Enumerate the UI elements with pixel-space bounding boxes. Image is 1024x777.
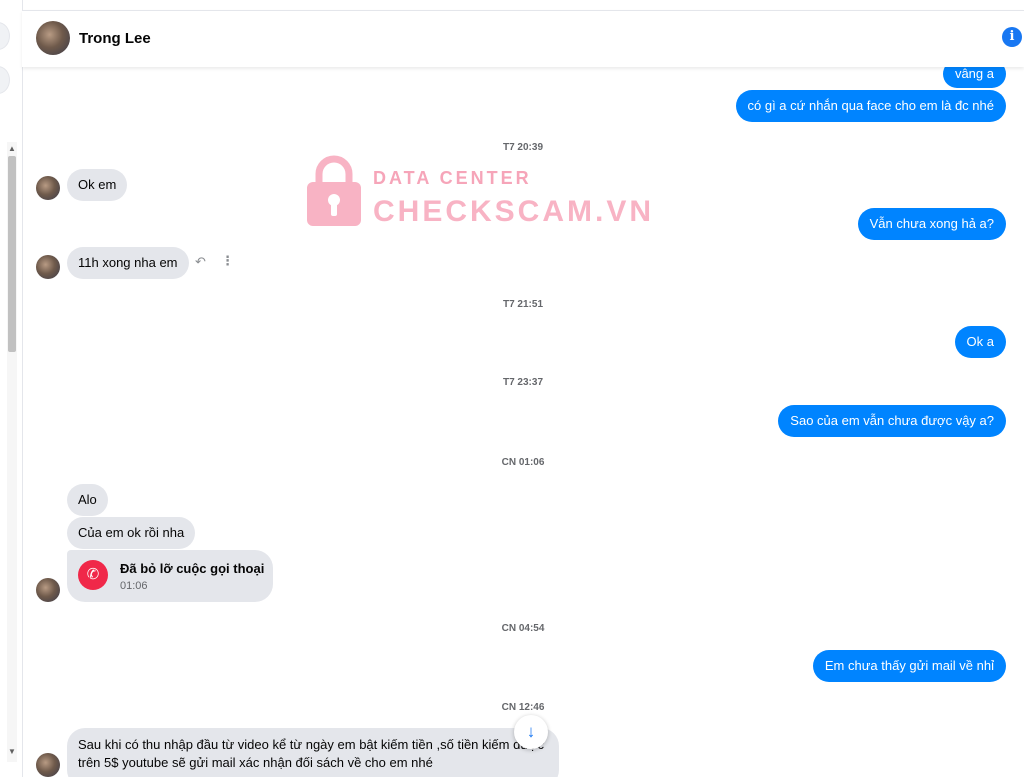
message-outgoing[interactable]: Em chưa thấy gửi mail về nhỉ [812,650,1006,682]
message-incoming[interactable]: Sau khi có thu nhập đầu từ video kể từ n… [67,728,559,777]
message-outgoing[interactable]: Sao của em vẫn chưa được vậy a? [778,405,1006,437]
scrollbar-thumb[interactable] [8,156,16,352]
watermark-line1: DATA CENTER [373,168,532,188]
message-outgoing[interactable]: có gì a cứ nhắn qua face cho em là đc nh… [735,90,1006,122]
lock-icon [307,155,361,226]
scroll-down-arrow-icon[interactable]: ▼ [8,747,16,756]
missed-call-card[interactable]: ✆ Đã bỏ lỡ cuộc gọi thoại 01:06 [67,550,273,602]
reply-icon[interactable]: ↶ [195,254,206,270]
conversation-header: Trong Lee i [22,10,1024,67]
message-incoming[interactable]: 11h xong nha em [67,247,189,279]
message-outgoing[interactable]: vâng a [942,66,1006,88]
missed-call-time: 01:06 [120,580,148,592]
watermark: DATA CENTER CHECKSCAM.VN [305,150,651,232]
sender-avatar [36,176,60,200]
contact-avatar[interactable] [36,21,70,55]
sender-avatar [36,753,60,777]
sidebar-button[interactable] [0,22,10,50]
sender-avatar [36,578,60,602]
timestamp: CN 04:54 [501,623,545,634]
missed-call-icon: ✆ [78,560,108,590]
message-incoming[interactable]: Ok em [67,169,128,201]
more-options-icon[interactable]: ⋮ [221,253,234,269]
sender-avatar [36,255,60,279]
scroll-up-arrow-icon[interactable]: ▲ [8,144,16,153]
timestamp: T7 23:37 [502,377,544,388]
watermark-line2: CHECKSCAM.VN [373,195,655,228]
missed-call-title: Đã bỏ lỡ cuộc gọi thoại [120,561,265,576]
message-outgoing[interactable]: Ok a [954,326,1006,358]
sidebar-button[interactable] [0,66,10,94]
message-incoming[interactable]: Của em ok rồi nha [67,517,196,549]
contact-name[interactable]: Trong Lee [79,30,151,47]
message-incoming[interactable]: Alo [67,484,108,516]
timestamp: CN 12:46 [501,702,545,713]
message-outgoing[interactable]: Vẫn chưa xong hả a? [857,208,1006,240]
info-icon[interactable]: i [1002,27,1022,47]
timestamp: CN 01:06 [501,457,545,468]
timestamp: T7 21:51 [502,299,544,310]
left-sidebar: ▲ ▼ [0,0,23,777]
scroll-to-bottom-button[interactable]: ↓ [514,715,548,749]
